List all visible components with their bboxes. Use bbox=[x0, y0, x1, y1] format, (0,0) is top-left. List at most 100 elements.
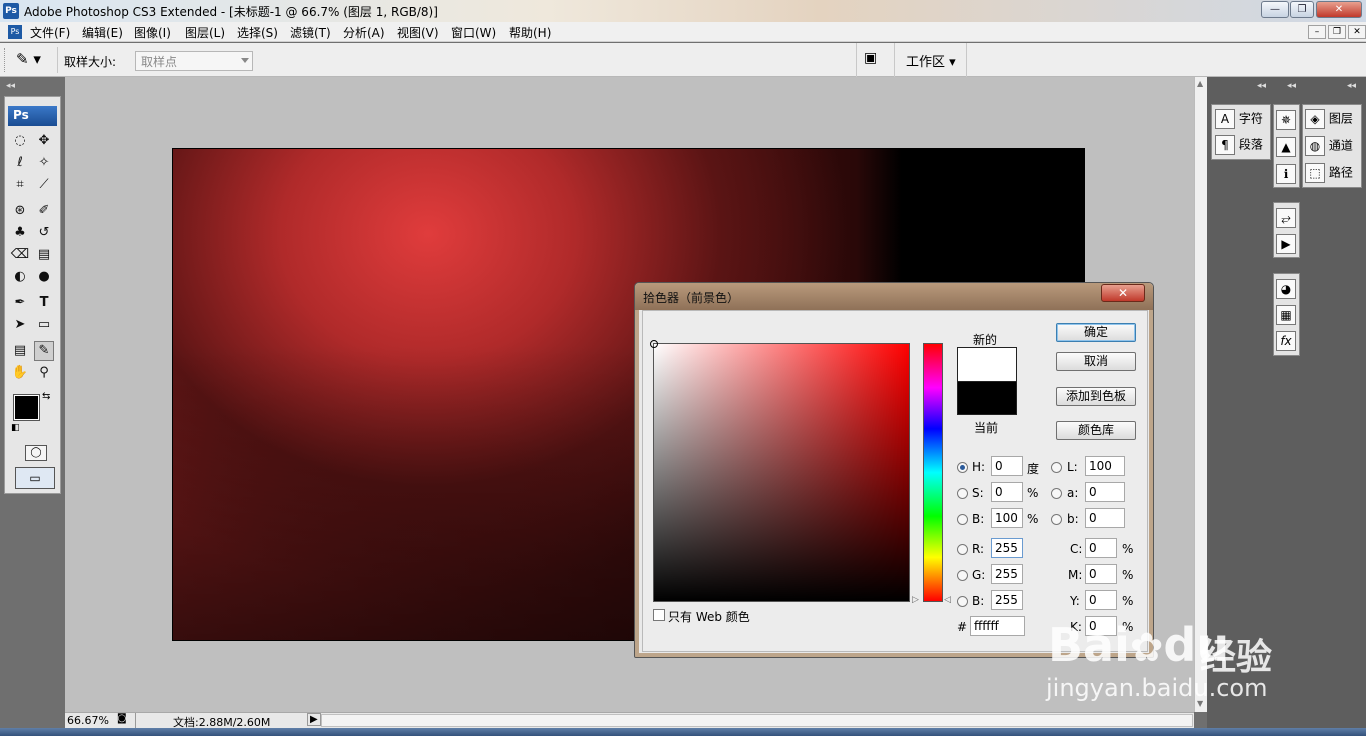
history-brush-tool-icon[interactable]: ↺ bbox=[34, 223, 54, 243]
menu-analysis[interactable]: 分析(A) bbox=[343, 24, 385, 41]
panel-paths[interactable]: ⬚ 路径 bbox=[1305, 163, 1353, 188]
sample-size-select[interactable]: 取样点 bbox=[135, 51, 253, 71]
menu-select[interactable]: 选择(S) bbox=[237, 24, 278, 41]
eyedropper-tool-preset-icon[interactable]: ✎ ▾ bbox=[16, 50, 52, 70]
gradient-tool-icon[interactable]: ▤ bbox=[34, 245, 54, 265]
healing-brush-tool-icon[interactable]: ⊛ bbox=[10, 201, 30, 221]
zoom-level[interactable]: 66.67% bbox=[67, 714, 109, 727]
default-colors-icon[interactable]: ◧ bbox=[11, 423, 20, 433]
panel-channels[interactable]: ◍ 通道 bbox=[1305, 136, 1353, 161]
menu-file[interactable]: 文件(F) bbox=[30, 24, 70, 41]
vertical-scrollbar[interactable]: ▲ ▼ bbox=[1194, 77, 1207, 712]
input-r[interactable]: 255 bbox=[991, 538, 1023, 558]
hand-tool-icon[interactable]: ✋ bbox=[10, 363, 30, 383]
cancel-button[interactable]: 取消 bbox=[1056, 352, 1136, 371]
color-libraries-button[interactable]: 颜色库 bbox=[1056, 421, 1136, 440]
input-l[interactable]: 100 bbox=[1085, 456, 1125, 476]
ok-button[interactable]: 确定 bbox=[1056, 323, 1136, 342]
saturation-brightness-field[interactable] bbox=[650, 340, 910, 602]
collapse-arrows-icon[interactable]: ◂◂ bbox=[6, 81, 15, 91]
clone-stamp-tool-icon[interactable]: ♣ bbox=[10, 223, 30, 243]
workspace-menu[interactable]: 工作区 ▾ bbox=[906, 51, 956, 70]
crop-tool-icon[interactable]: ⌗ bbox=[10, 175, 30, 195]
dodge-tool-icon[interactable]: ● bbox=[34, 267, 54, 287]
hue-slider[interactable] bbox=[923, 343, 943, 602]
hue-slider-right-arrow-icon[interactable]: ◁ bbox=[944, 595, 951, 605]
input-s[interactable]: 0 bbox=[991, 482, 1023, 502]
panel-character[interactable]: A 字符 bbox=[1215, 109, 1263, 134]
path-selection-tool-icon[interactable]: ➤ bbox=[10, 315, 30, 335]
input-hex[interactable]: ffffff bbox=[970, 616, 1025, 636]
navigator-icon[interactable]: ✵ bbox=[1276, 110, 1296, 130]
input-c[interactable]: 0 bbox=[1085, 538, 1117, 558]
doc-restore-icon[interactable]: ❐ bbox=[1328, 25, 1346, 39]
actions-icon[interactable]: ▶ bbox=[1276, 234, 1296, 254]
panel-paragraph[interactable]: ¶ 段落 bbox=[1215, 135, 1263, 160]
menu-window[interactable]: 窗口(W) bbox=[451, 24, 496, 41]
collapse-arrows-icon[interactable]: ◂◂ bbox=[1347, 81, 1356, 91]
menu-image[interactable]: 图像(I) bbox=[134, 24, 171, 41]
maximize-icon[interactable]: ❐ bbox=[1290, 1, 1314, 18]
panel-layers[interactable]: ◈ 图层 bbox=[1305, 109, 1353, 134]
color-icon[interactable]: ◕ bbox=[1276, 279, 1296, 299]
document-icon[interactable]: Ps bbox=[8, 25, 22, 39]
input-b[interactable]: 100 bbox=[991, 508, 1023, 528]
close-icon[interactable]: ✕ bbox=[1101, 284, 1145, 302]
input-a[interactable]: 0 bbox=[1085, 482, 1125, 502]
dialog-title-bar[interactable]: 拾色器（前景色） ✕ bbox=[635, 283, 1153, 310]
zoom-tool-icon[interactable]: ⚲ bbox=[34, 363, 54, 383]
options-grip[interactable] bbox=[4, 48, 7, 72]
type-tool-icon[interactable]: T bbox=[34, 293, 54, 313]
input-y[interactable]: 0 bbox=[1085, 590, 1117, 610]
swap-colors-icon[interactable]: ⇆ bbox=[42, 391, 50, 402]
styles-icon[interactable]: fx bbox=[1276, 331, 1296, 351]
radio-g[interactable] bbox=[957, 570, 968, 581]
menu-help[interactable]: 帮助(H) bbox=[509, 24, 551, 41]
menu-filter[interactable]: 滤镜(T) bbox=[290, 24, 331, 41]
close-icon[interactable]: ✕ bbox=[1316, 1, 1362, 18]
radio-r[interactable] bbox=[957, 544, 968, 555]
radio-blue[interactable] bbox=[957, 596, 968, 607]
only-web-colors-checkbox[interactable] bbox=[653, 609, 665, 621]
radio-a[interactable] bbox=[1051, 488, 1062, 499]
collapse-arrows-icon[interactable]: ◂◂ bbox=[1287, 81, 1296, 91]
slice-tool-icon[interactable]: ⟋ bbox=[34, 175, 54, 195]
swatches-icon[interactable]: ▦ bbox=[1276, 305, 1296, 325]
doc-close-icon[interactable]: ✕ bbox=[1348, 25, 1366, 39]
info-icon[interactable]: ℹ bbox=[1276, 164, 1296, 184]
input-lab-b[interactable]: 0 bbox=[1085, 508, 1125, 528]
magic-wand-tool-icon[interactable]: ✧ bbox=[34, 153, 54, 173]
radio-s[interactable] bbox=[957, 488, 968, 499]
pen-tool-icon[interactable]: ✒ bbox=[10, 293, 30, 313]
foreground-color-swatch[interactable] bbox=[13, 394, 40, 421]
menu-view[interactable]: 视图(V) bbox=[397, 24, 439, 41]
radio-b[interactable] bbox=[957, 514, 968, 525]
scroll-up-icon[interactable]: ▲ bbox=[1197, 79, 1203, 88]
history-icon[interactable]: ⥂ bbox=[1276, 208, 1296, 228]
quick-mask-icon[interactable]: ◯ bbox=[25, 445, 47, 461]
eraser-tool-icon[interactable]: ⌫ bbox=[10, 245, 30, 265]
photoshop-logo-icon[interactable]: Ps bbox=[8, 106, 57, 126]
color-marker[interactable] bbox=[650, 340, 658, 348]
notes-tool-icon[interactable]: ▤ bbox=[10, 341, 30, 361]
shape-tool-icon[interactable]: ▭ bbox=[34, 315, 54, 335]
add-to-swatches-button[interactable]: 添加到色板 bbox=[1056, 387, 1136, 406]
hue-slider-left-arrow-icon[interactable]: ▷ bbox=[912, 595, 919, 605]
input-g[interactable]: 255 bbox=[991, 564, 1023, 584]
horizontal-scrollbar[interactable] bbox=[321, 714, 1193, 727]
doc-minimize-icon[interactable]: – bbox=[1308, 25, 1326, 39]
current-color-swatch[interactable] bbox=[957, 381, 1017, 415]
input-m[interactable]: 0 bbox=[1085, 564, 1117, 584]
menu-edit[interactable]: 编辑(E) bbox=[82, 24, 123, 41]
radio-h[interactable] bbox=[957, 462, 968, 473]
collapse-arrows-icon[interactable]: ◂◂ bbox=[1257, 81, 1266, 91]
brush-tool-icon[interactable]: ✐ bbox=[34, 201, 54, 221]
eyedropper-tool-icon[interactable]: ✎ bbox=[34, 341, 54, 361]
menu-layer[interactable]: 图层(L) bbox=[185, 24, 225, 41]
radio-lab-b[interactable] bbox=[1051, 514, 1062, 525]
screen-mode-icon[interactable]: ▭ bbox=[15, 467, 55, 489]
blur-tool-icon[interactable]: ◐ bbox=[10, 267, 30, 287]
minimize-icon[interactable]: — bbox=[1261, 1, 1289, 18]
marquee-tool-icon[interactable]: ◌ bbox=[10, 131, 30, 151]
bridge-icon[interactable]: ▣ bbox=[864, 50, 886, 70]
